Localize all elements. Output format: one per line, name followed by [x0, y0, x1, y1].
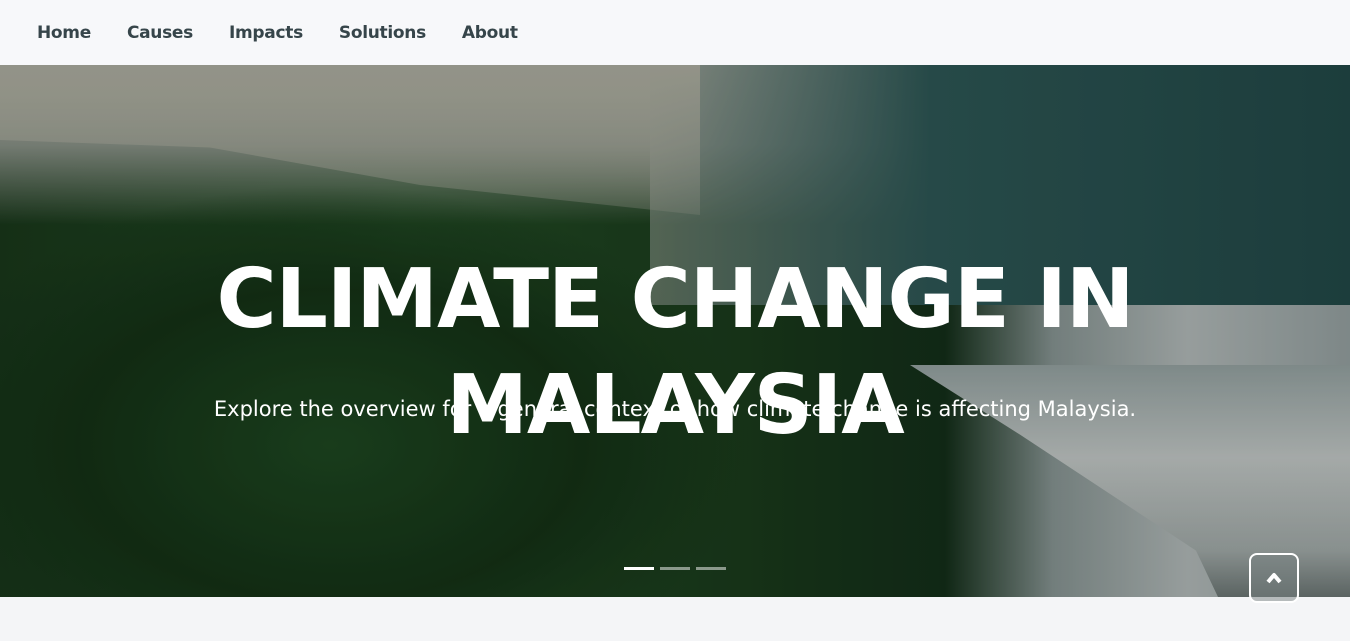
- carousel-indicator-1[interactable]: [624, 567, 654, 570]
- hero-subtitle: Explore the overview for a general conte…: [213, 397, 1137, 421]
- nav-home[interactable]: Home: [37, 23, 91, 43]
- hero-title: CLIMATE CHANGE IN MALAYSIA: [216, 252, 1134, 453]
- nav-causes[interactable]: Causes: [127, 23, 193, 43]
- hero-carousel: CLIMATE CHANGE IN MALAYSIA Explore the o…: [0, 65, 1350, 597]
- carousel-indicators: [624, 567, 726, 570]
- nav-about[interactable]: About: [462, 23, 518, 43]
- nav-solutions[interactable]: Solutions: [339, 23, 426, 43]
- carousel-indicator-3[interactable]: [696, 567, 726, 570]
- nav-impacts[interactable]: Impacts: [229, 23, 303, 43]
- carousel-indicator-2[interactable]: [660, 567, 690, 570]
- top-navigation: Home Causes Impacts Solutions About: [0, 0, 1350, 65]
- back-to-top-button[interactable]: [1249, 553, 1299, 603]
- chevron-up-icon: [1266, 573, 1282, 584]
